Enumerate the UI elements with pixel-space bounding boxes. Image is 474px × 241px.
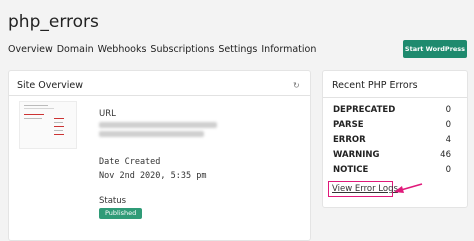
url-value-redacted <box>99 131 204 137</box>
site-thumbnail <box>19 101 77 149</box>
page-title: php_errors <box>8 12 99 32</box>
error-type: ERROR <box>333 135 366 145</box>
card-divider <box>323 97 467 98</box>
error-type: PARSE <box>333 120 364 130</box>
recent-errors-title: Recent PHP Errors <box>332 80 418 91</box>
card-divider <box>9 95 310 96</box>
start-wordpress-button[interactable]: Start WordPress <box>403 40 467 58</box>
tab-settings[interactable]: Settings <box>218 44 257 55</box>
error-count: 0 <box>445 120 451 130</box>
error-type: DEPRECATED <box>333 105 396 115</box>
tab-domain[interactable]: Domain <box>57 44 94 55</box>
error-type: NOTICE <box>333 165 369 175</box>
tab-information[interactable]: Information <box>261 44 316 55</box>
error-row: ERROR 4 <box>333 135 451 145</box>
tab-subscriptions[interactable]: Subscriptions <box>150 44 214 55</box>
error-count: 46 <box>440 150 451 160</box>
error-count: 4 <box>445 135 451 145</box>
tab-webhooks[interactable]: Webhooks <box>98 44 147 55</box>
site-tabs: Overview Domain Webhooks Subscriptions S… <box>8 44 320 55</box>
error-row: DEPRECATED 0 <box>333 105 451 115</box>
error-count: 0 <box>445 165 451 175</box>
date-created-value: Nov 2nd 2020, 5:35 pm <box>99 171 207 181</box>
error-row: PARSE 0 <box>333 120 451 130</box>
error-row: WARNING 46 <box>333 150 451 160</box>
status-badge: Published <box>99 208 143 219</box>
error-count: 0 <box>445 105 451 115</box>
url-value-redacted <box>99 122 217 128</box>
tab-overview[interactable]: Overview <box>8 44 53 55</box>
site-overview-card: Site Overview ↻ URL Date Created Nov 2nd… <box>8 70 311 241</box>
site-overview-title: Site Overview <box>17 80 83 91</box>
view-error-logs-link[interactable]: View Error Logs <box>332 184 398 194</box>
error-type: WARNING <box>333 150 380 160</box>
pointer-arrow-icon <box>394 183 423 193</box>
url-label: URL <box>99 109 116 119</box>
date-created-label: Date Created <box>99 157 161 167</box>
refresh-icon[interactable]: ↻ <box>293 82 301 90</box>
error-row: NOTICE 0 <box>333 165 451 175</box>
status-label: Status <box>99 196 127 206</box>
